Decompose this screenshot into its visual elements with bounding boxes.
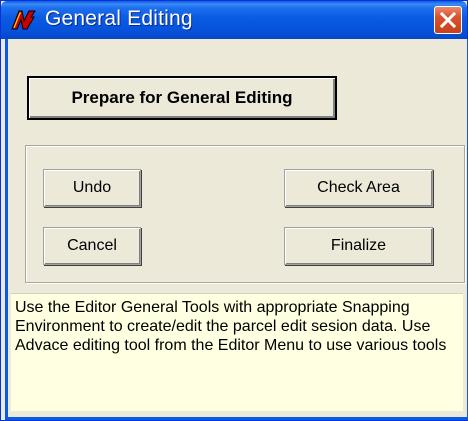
cancel-button[interactable]: Cancel	[43, 227, 141, 265]
window-title: General Editing	[45, 7, 193, 30]
app-logo-icon	[11, 9, 37, 31]
general-editing-window: General Editing Prepare for General Edit…	[0, 0, 468, 421]
check-area-button[interactable]: Check Area	[284, 169, 433, 207]
prepare-general-editing-button[interactable]: Prepare for General Editing	[27, 76, 337, 120]
title-bar[interactable]: General Editing	[1, 1, 467, 39]
instructions-text: Use the Editor General Tools with approp…	[11, 293, 463, 411]
undo-button[interactable]: Undo	[43, 169, 141, 207]
finalize-button[interactable]: Finalize	[284, 227, 433, 265]
close-button[interactable]	[434, 6, 462, 34]
